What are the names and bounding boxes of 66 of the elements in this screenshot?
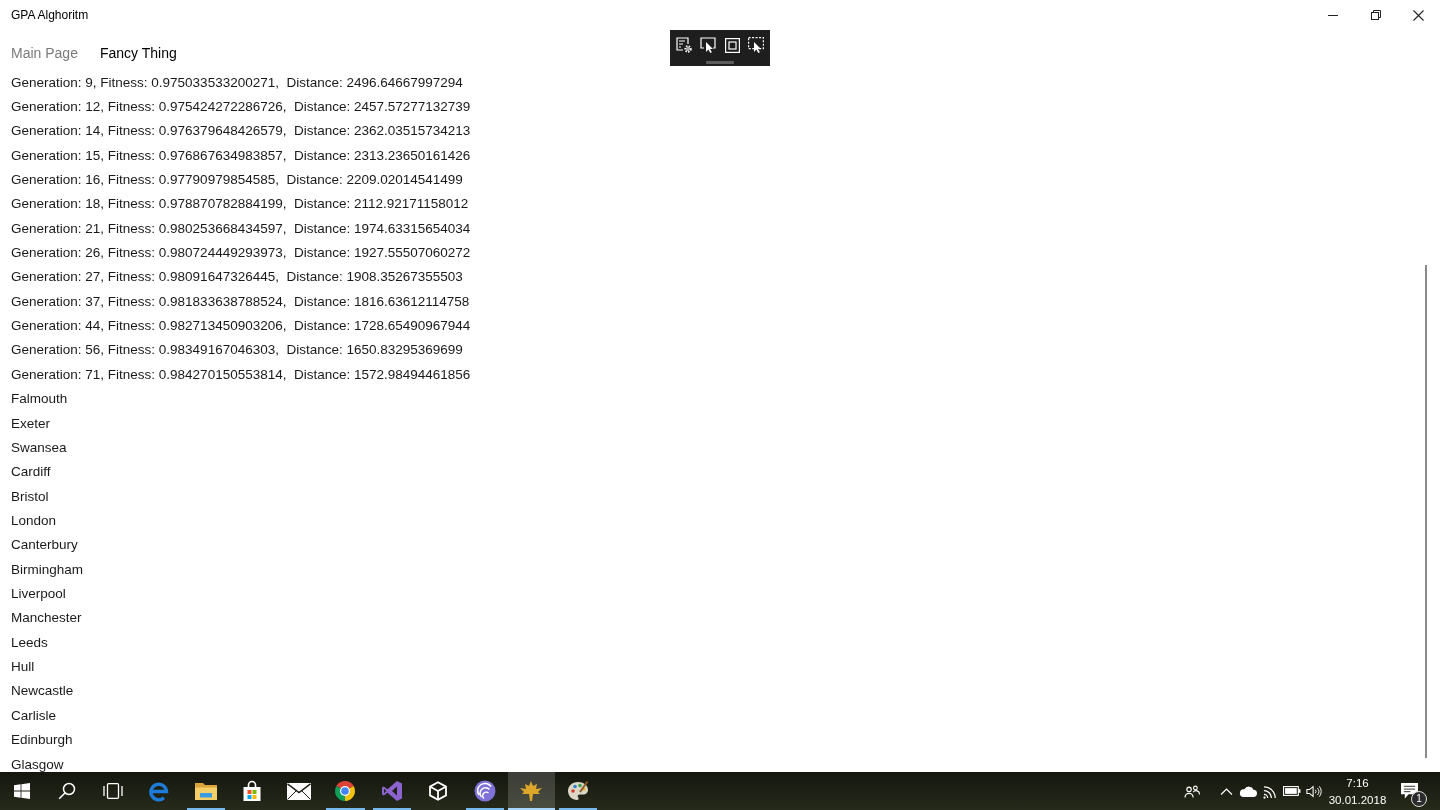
battery-icon (1283, 786, 1301, 796)
restore-icon (1370, 10, 1381, 20)
log-line: Generation: 27, Fitness: 0.98091647326445, Distance: 1908.35267355503 (11, 268, 463, 286)
log-line: Generation: 12, Fitness: 0.975424272286726, Distance: 2457.57277132739 (11, 97, 471, 115)
notification-count: 1 (1411, 791, 1427, 807)
wifi-icon (1262, 783, 1278, 799)
cube-logo-icon (428, 781, 449, 801)
search-icon (58, 782, 76, 800)
city-name: Carlisle (11, 706, 56, 724)
log-line: Generation: 37, Fitness: 0.981833638788524, Distance: 1816.63612114758 (11, 292, 470, 310)
log-line: Generation: 16, Fitness: 0.97790979854585, Distance: 2209.02014541499 (11, 170, 463, 188)
city-name: Manchester (11, 609, 82, 627)
log-line: Generation: 26, Fitness: 0.980724449293973, Distance: 1927.55507060272 (11, 244, 471, 261)
nested-square-icon (724, 37, 740, 53)
drag-handle[interactable] (706, 61, 734, 64)
city-name: Hull (11, 658, 35, 676)
windows-logo-icon (14, 783, 30, 799)
clock-time: 7:16 (1346, 775, 1369, 790)
log-line: Generation: 18, Fitness: 0.978870782884199, Distance: 2112.92171158012 (11, 195, 469, 213)
city-name: London (11, 511, 57, 529)
log-line: Generation: 71, Fitness: 0.984270150553814, Distance: 1572.98494461856 (11, 365, 471, 383)
people-icon (1184, 784, 1200, 798)
city-name: Canterbury (11, 536, 78, 554)
log-line: Generation: 56, Fitness: 0.98349167046303, Distance: 1650.83295369699 (11, 341, 463, 359)
ribbon-logo-icon (380, 780, 403, 802)
dashed-frame-cursor-icon (748, 37, 764, 53)
log-line: Generation: 44, Fitness: 0.982713450903206, Distance: 1728.65490967944 (11, 317, 471, 335)
window-title: GPA Alghoritm (11, 8, 89, 22)
log-line: Generation: 15, Fitness: 0.976867634983857, Distance: 2313.23650161426 (11, 146, 471, 164)
envelope-icon (286, 782, 311, 800)
city-name: Bristol (11, 487, 49, 505)
city-name: Leeds (11, 633, 48, 651)
log-line: Generation: 9, Fitness: 0.975033533200271, Distance: 2496.64667997294 (11, 73, 463, 91)
city-name: Birmingham (11, 560, 84, 578)
speaker-icon (1306, 784, 1322, 798)
city-name: Newcastle (11, 682, 74, 700)
close-icon (1413, 9, 1424, 21)
taskbar-app-button[interactable] (508, 772, 555, 810)
notification-button[interactable]: 1 (1396, 772, 1440, 810)
minimize-icon (1327, 14, 1338, 16)
scrollbar-thumb[interactable] (1425, 265, 1427, 758)
cursor-frame-icon (700, 37, 716, 53)
ring-circle-icon (334, 780, 357, 802)
city-name: Glasgow (11, 755, 64, 773)
clock-date: 30.01.2018 (1328, 792, 1387, 807)
spiral-circle-icon (473, 780, 496, 802)
tab[interactable]: Main Page (11, 42, 78, 64)
log-line: Generation: 14, Fitness: 0.976379648426579, Distance: 2362.03515734213 (11, 122, 471, 140)
city-name: Liverpool (11, 585, 66, 603)
tab[interactable]: Fancy Thing (99, 42, 177, 64)
folder-icon (193, 781, 218, 801)
chevron-up-icon (1219, 787, 1233, 795)
city-name: Edinburgh (11, 731, 73, 749)
e-icon (148, 780, 171, 802)
city-name: Swansea (11, 438, 67, 456)
palette-icon (566, 780, 589, 802)
city-name: Cardiff (11, 463, 51, 481)
notification-icon (1401, 783, 1418, 799)
list-gear-icon (676, 37, 692, 53)
city-name: Exeter (11, 414, 51, 432)
city-name: Falmouth (11, 390, 68, 408)
leaf-icon (519, 780, 544, 802)
task-view-icon (103, 783, 123, 799)
log-line: Generation: 21, Fitness: 0.980253668434597, Distance: 1974.63315654034 (11, 219, 471, 237)
cloud-icon (1239, 785, 1257, 797)
shopping-bag-icon (241, 780, 264, 802)
